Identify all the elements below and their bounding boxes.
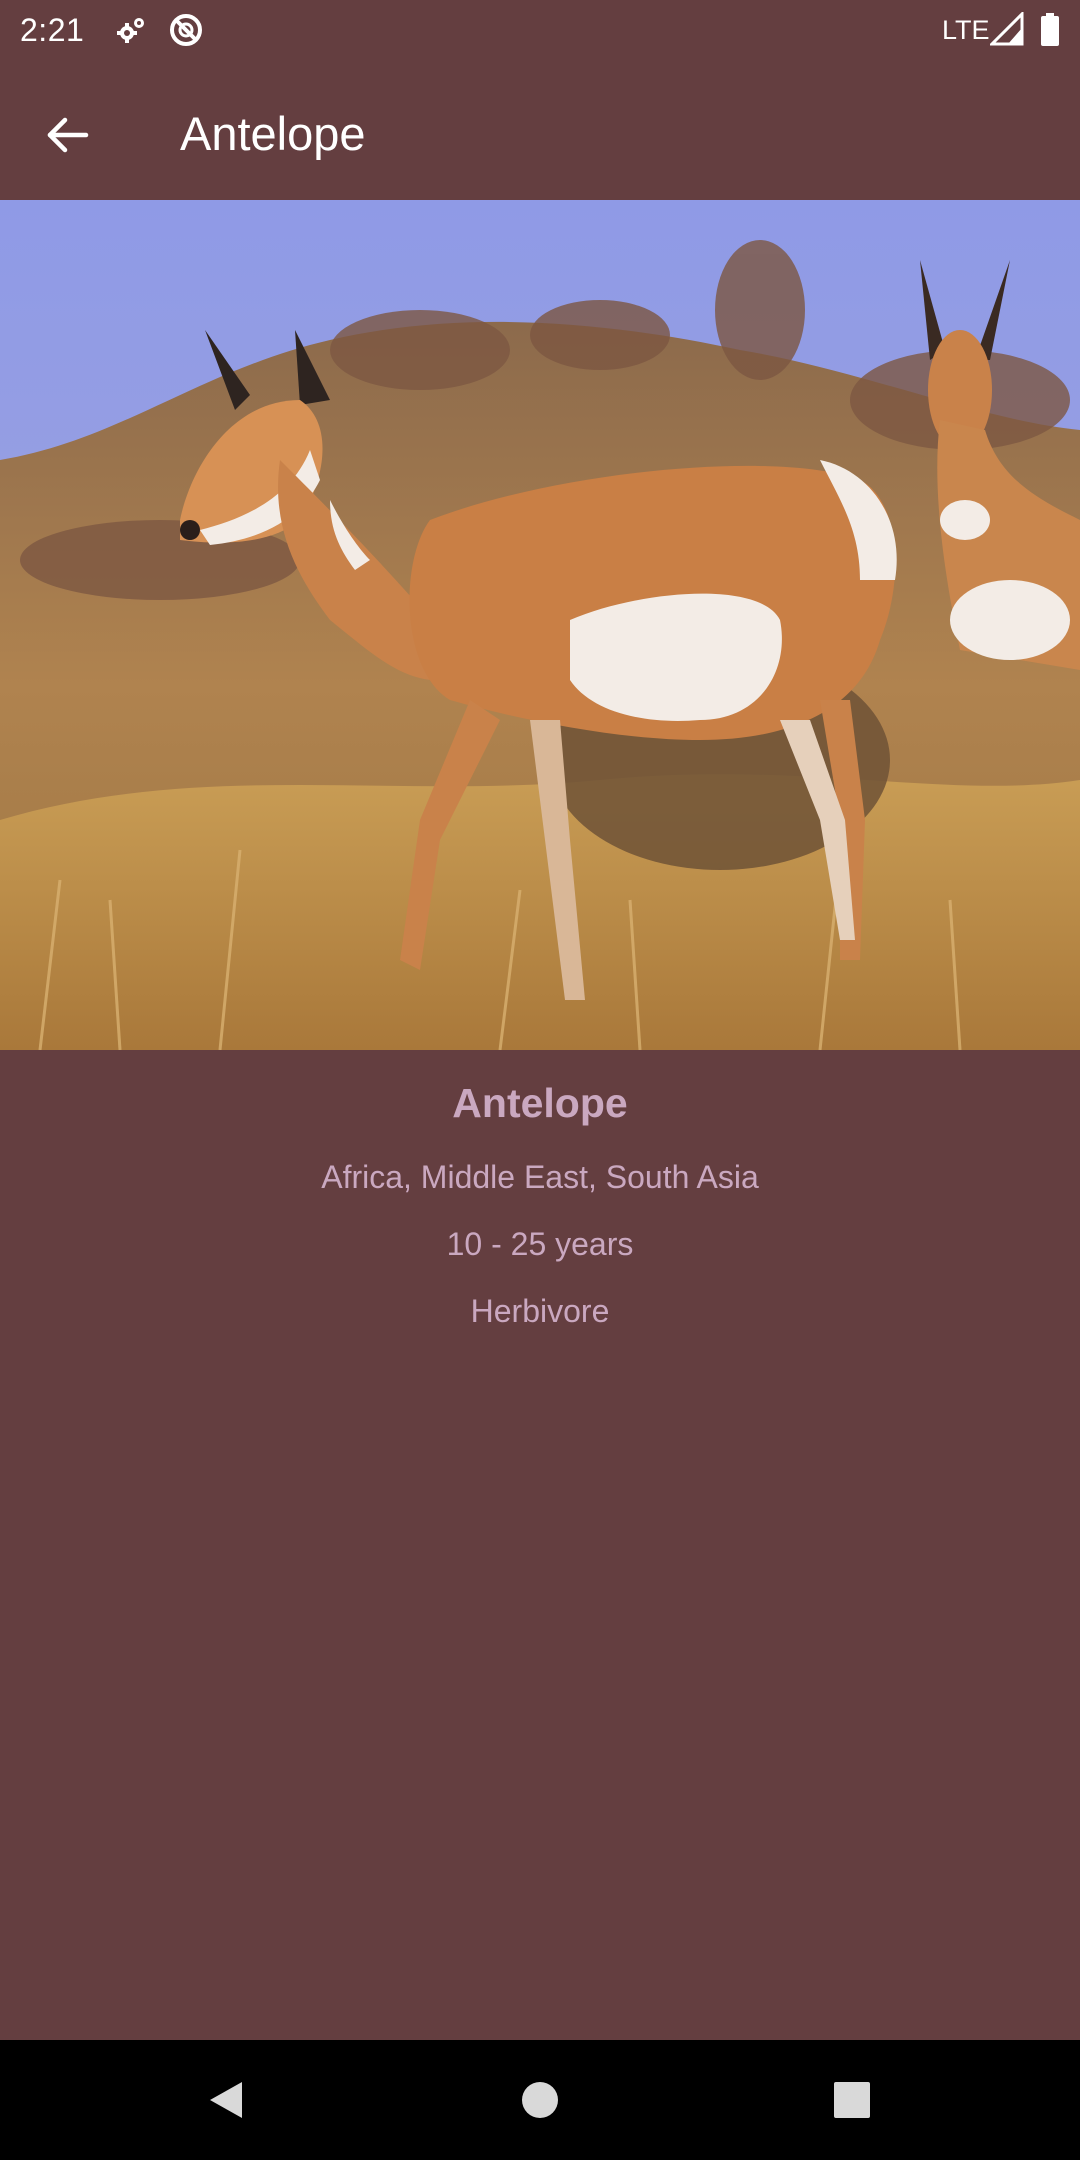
- animal-diet: Herbivore: [470, 1293, 610, 1329]
- battery-icon: [1038, 12, 1074, 48]
- home-circle-icon: [522, 2082, 558, 2118]
- animal-habitat: Africa, Middle East, South Asia: [321, 1159, 759, 1195]
- animal-lifespan: 10 - 25 years: [446, 1226, 634, 1262]
- recents-square-icon: [834, 2082, 870, 2118]
- back-triangle-icon: [210, 2082, 242, 2118]
- antelope-image: [0, 200, 1080, 1050]
- settings-sync-icon: [114, 12, 150, 48]
- status-time: 2:21: [20, 12, 85, 48]
- animal-name: Antelope: [452, 1080, 628, 1126]
- system-nav-bar: [0, 2040, 1080, 2160]
- signal-icon: [988, 10, 1026, 48]
- back-button[interactable]: [26, 94, 108, 176]
- app-bar: Antelope: [0, 60, 1080, 200]
- network-type-label: LTE: [942, 15, 990, 45]
- nav-home-button[interactable]: [510, 2070, 570, 2130]
- nav-recents-button[interactable]: [822, 2070, 882, 2130]
- antelope-photo: [0, 200, 1080, 1050]
- no-disturb-icon: [168, 12, 204, 48]
- arrow-back-icon: [47, 117, 89, 153]
- status-bar: 2:21 LTE: [0, 0, 1080, 60]
- nav-back-button[interactable]: [196, 2070, 256, 2130]
- page-title: Antelope: [180, 107, 366, 160]
